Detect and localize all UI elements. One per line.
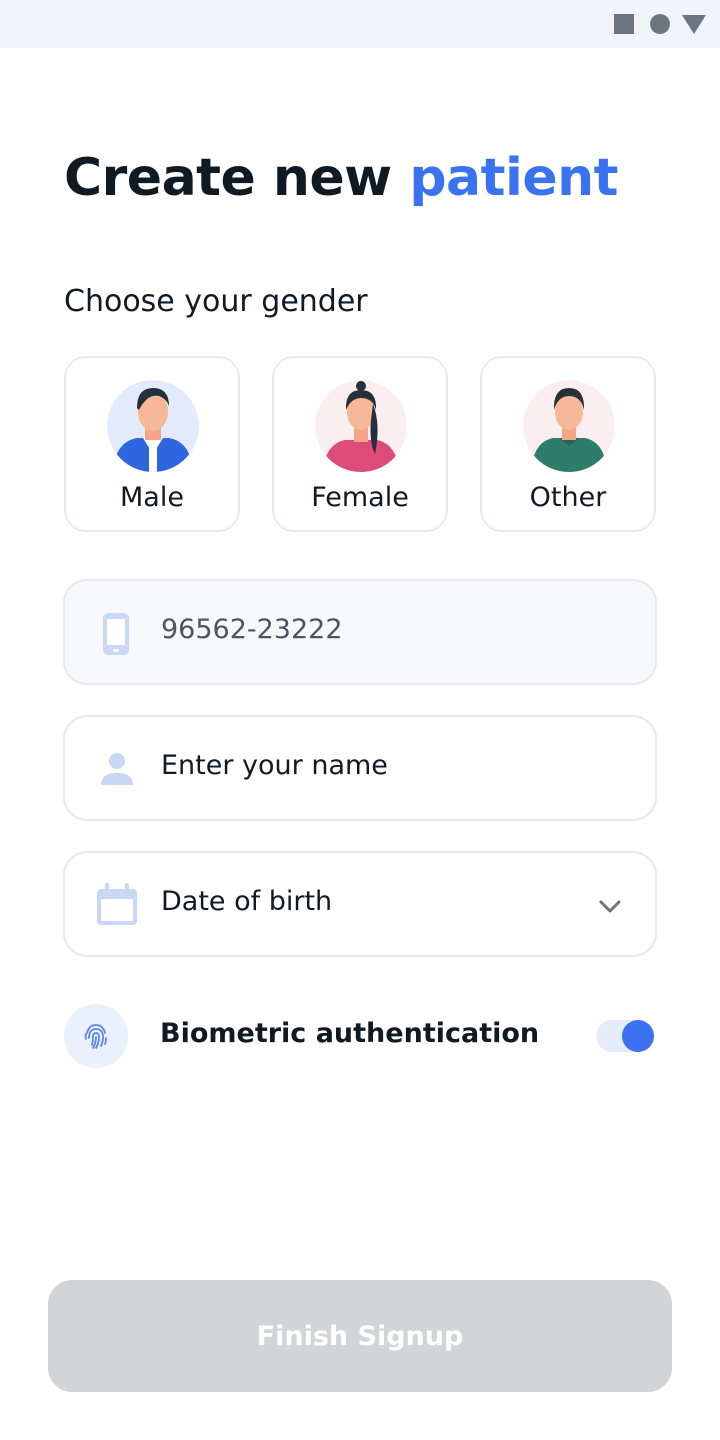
other-avatar-icon (523, 380, 615, 472)
status-bar (0, 0, 720, 48)
gender-section-label: Choose your gender (64, 284, 368, 319)
biometric-label: Biometric authentication (160, 1018, 540, 1049)
female-avatar-icon (315, 380, 407, 472)
phone-field[interactable]: 96562-23222 (63, 579, 657, 685)
fingerprint-icon-circle (64, 1004, 128, 1068)
name-input[interactable] (161, 750, 601, 781)
title-prefix: Create new (64, 148, 392, 208)
phone-icon (103, 613, 129, 655)
gender-label-male: Male (120, 482, 184, 513)
calendar-icon (97, 883, 137, 925)
triangle-icon (682, 15, 706, 34)
gender-option-other[interactable]: Other (480, 356, 656, 532)
finish-signup-button[interactable]: Finish Signup (48, 1280, 672, 1392)
toggle-knob (622, 1020, 654, 1052)
name-field[interactable] (63, 715, 657, 821)
gender-label-female: Female (311, 482, 409, 513)
gender-label-other: Other (529, 482, 607, 513)
male-avatar-icon (107, 380, 199, 472)
gender-option-female[interactable]: Female (272, 356, 448, 532)
fingerprint-icon (84, 1024, 107, 1049)
chevron-down-icon[interactable] (595, 891, 625, 921)
square-icon (614, 14, 634, 34)
title-accent: patient (409, 148, 618, 208)
biometric-toggle[interactable] (596, 1020, 654, 1052)
user-icon (101, 753, 133, 785)
dob-field[interactable]: Date of birth (63, 851, 657, 957)
circle-icon (650, 14, 670, 34)
dob-placeholder: Date of birth (161, 886, 333, 917)
phone-value: 96562-23222 (161, 614, 343, 645)
page-title: Create new patient (64, 148, 618, 208)
gender-option-male[interactable]: Male (64, 356, 240, 532)
